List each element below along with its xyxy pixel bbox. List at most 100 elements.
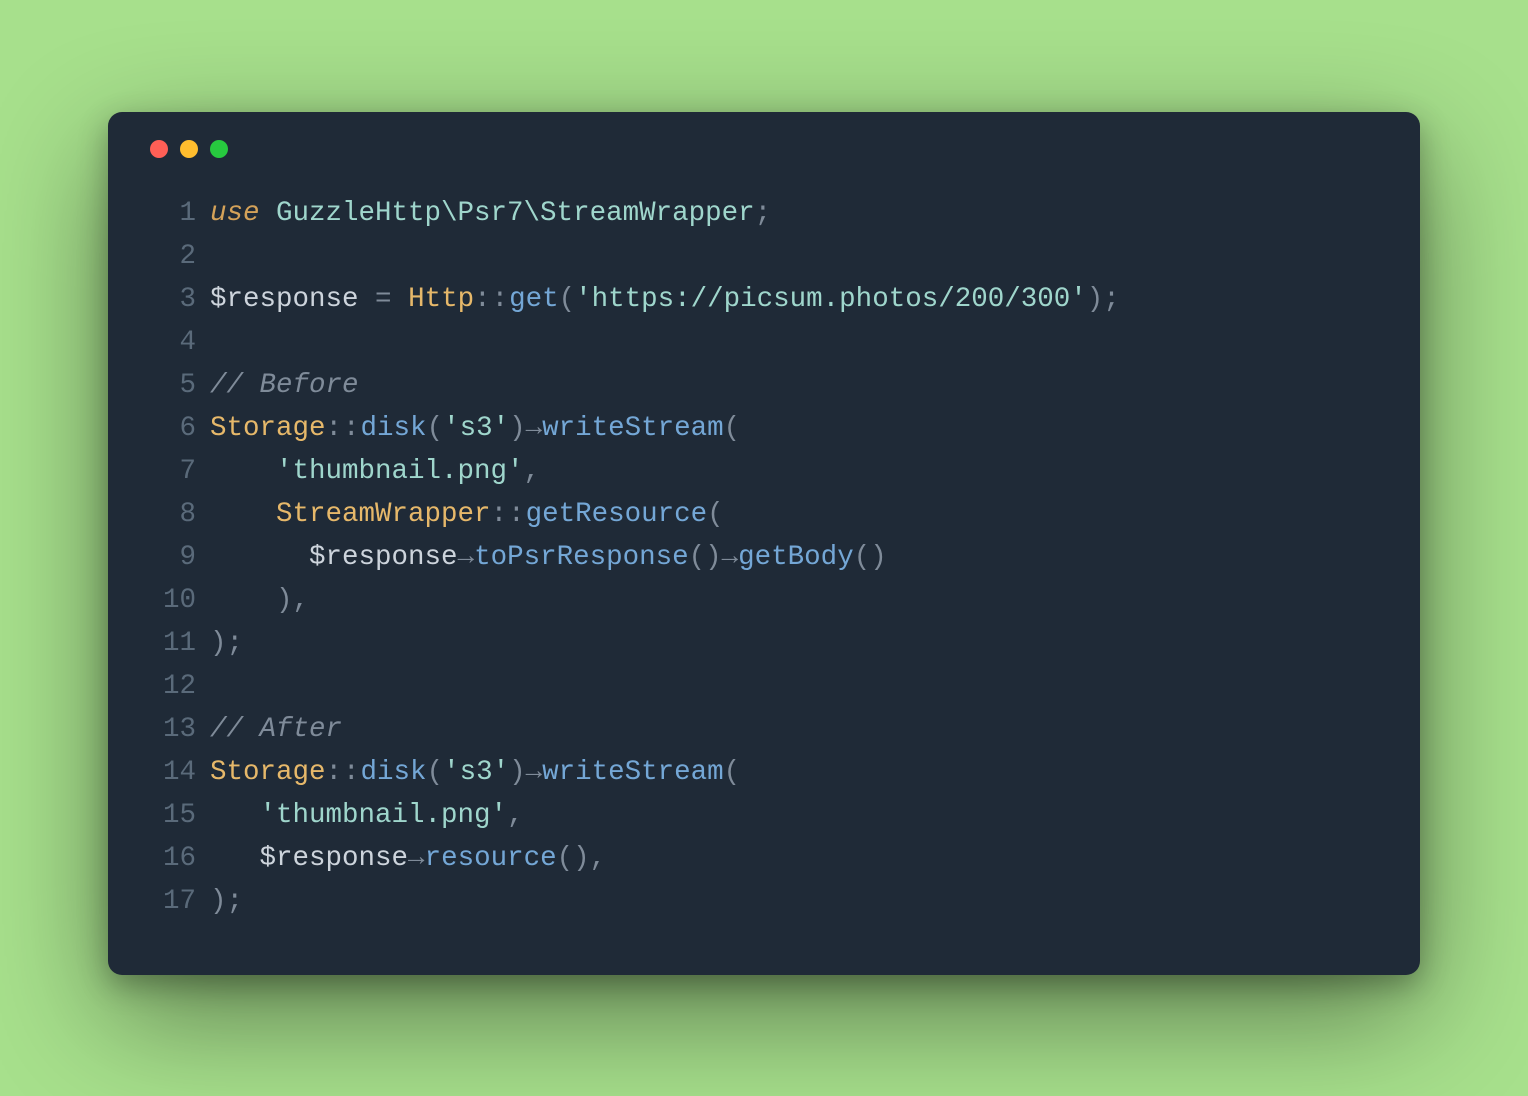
token-dbl-colon: :: bbox=[491, 499, 526, 530]
token-variable: $response bbox=[210, 284, 359, 315]
code-line: 14Storage::disk('s3')→writeStream( bbox=[148, 751, 1380, 794]
code-line: 5// Before bbox=[148, 364, 1380, 407]
token-dbl-colon: :: bbox=[474, 284, 509, 315]
token-class: Http bbox=[408, 284, 474, 315]
line-content: // Before bbox=[210, 364, 359, 407]
token-comment: // After bbox=[210, 714, 342, 745]
line-number: 1 bbox=[148, 192, 210, 235]
code-line: 13// After bbox=[148, 708, 1380, 751]
line-number: 13 bbox=[148, 708, 210, 751]
token-punct bbox=[210, 843, 260, 874]
line-number: 2 bbox=[148, 235, 210, 278]
token-punct bbox=[210, 542, 309, 573]
token-class: Storage bbox=[210, 757, 326, 788]
token-punct: ; bbox=[755, 198, 772, 229]
line-number: 6 bbox=[148, 407, 210, 450]
token-punct bbox=[210, 499, 276, 530]
token-string: 'https://picsum.photos/200/300' bbox=[575, 284, 1087, 315]
token-string: 'thumbnail.png' bbox=[260, 800, 508, 831]
token-punct: , bbox=[590, 843, 607, 874]
code-line: 15 'thumbnail.png', bbox=[148, 794, 1380, 837]
code-line: 6Storage::disk('s3')→writeStream( bbox=[148, 407, 1380, 450]
token-dbl-colon: :: bbox=[326, 413, 361, 444]
code-line: 17); bbox=[148, 880, 1380, 923]
token-punct: , bbox=[507, 800, 524, 831]
line-number: 7 bbox=[148, 450, 210, 493]
token-punct bbox=[210, 585, 276, 616]
token-punct: ( bbox=[427, 757, 444, 788]
token-punct: ) bbox=[210, 886, 227, 917]
token-method: getBody bbox=[738, 542, 854, 573]
line-number: 12 bbox=[148, 665, 210, 708]
line-number: 5 bbox=[148, 364, 210, 407]
line-content: use GuzzleHttp\Psr7\StreamWrapper; bbox=[210, 192, 771, 235]
token-punct: ( bbox=[724, 413, 741, 444]
token-class: Storage bbox=[210, 413, 326, 444]
token-keyword: use bbox=[210, 198, 276, 229]
token-namespace: GuzzleHttp\Psr7\StreamWrapper bbox=[276, 198, 755, 229]
line-content: ); bbox=[210, 880, 243, 923]
window-traffic-lights bbox=[150, 140, 1380, 158]
token-method: disk bbox=[361, 757, 427, 788]
token-method: get bbox=[509, 284, 559, 315]
token-punct: ; bbox=[227, 886, 244, 917]
token-punct bbox=[359, 284, 376, 315]
token-punct: ) bbox=[705, 542, 722, 573]
code-line: 1use GuzzleHttp\Psr7\StreamWrapper; bbox=[148, 192, 1380, 235]
line-content: Storage::disk('s3')→writeStream( bbox=[210, 751, 740, 794]
token-punct: , bbox=[293, 585, 310, 616]
token-punct: ( bbox=[854, 542, 871, 573]
line-number: 17 bbox=[148, 880, 210, 923]
code-line: 12 bbox=[148, 665, 1380, 708]
line-number: 4 bbox=[148, 321, 210, 364]
close-icon[interactable] bbox=[150, 140, 168, 158]
token-method: toPsrResponse bbox=[474, 542, 689, 573]
code-block: 1use GuzzleHttp\Psr7\StreamWrapper;2 3$r… bbox=[148, 192, 1380, 923]
token-punct: = bbox=[375, 284, 392, 315]
line-content bbox=[210, 235, 227, 278]
zoom-icon[interactable] bbox=[210, 140, 228, 158]
token-punct: ) bbox=[276, 585, 293, 616]
line-content: ); bbox=[210, 622, 243, 665]
line-content: $response→toPsrResponse()→getBody() bbox=[210, 536, 887, 579]
token-punct: ) bbox=[870, 542, 887, 573]
token-arrow: → bbox=[722, 542, 739, 573]
token-method: writeStream bbox=[542, 757, 724, 788]
line-number: 16 bbox=[148, 837, 210, 880]
code-line: 10 ), bbox=[148, 579, 1380, 622]
line-content: StreamWrapper::getResource( bbox=[210, 493, 724, 536]
token-variable: $response bbox=[260, 843, 409, 874]
minimize-icon[interactable] bbox=[180, 140, 198, 158]
token-arrow: → bbox=[408, 843, 425, 874]
token-arrow: → bbox=[526, 757, 543, 788]
token-punct: , bbox=[524, 456, 541, 487]
token-punct: ; bbox=[1103, 284, 1120, 315]
line-content: $response = Http::get('https://picsum.ph… bbox=[210, 278, 1120, 321]
code-line: 9 $response→toPsrResponse()→getBody() bbox=[148, 536, 1380, 579]
line-content bbox=[210, 665, 227, 708]
token-variable: $response bbox=[309, 542, 458, 573]
token-class: StreamWrapper bbox=[276, 499, 491, 530]
line-number: 15 bbox=[148, 794, 210, 837]
token-punct bbox=[210, 800, 260, 831]
line-content: Storage::disk('s3')→writeStream( bbox=[210, 407, 740, 450]
line-content: // After bbox=[210, 708, 342, 751]
token-method: writeStream bbox=[542, 413, 724, 444]
token-punct: ( bbox=[557, 843, 574, 874]
token-method: getResource bbox=[526, 499, 708, 530]
token-string: 's3' bbox=[443, 413, 509, 444]
token-string: 's3' bbox=[443, 757, 509, 788]
code-line: 2 bbox=[148, 235, 1380, 278]
line-number: 11 bbox=[148, 622, 210, 665]
line-content: $response→resource(), bbox=[210, 837, 606, 880]
code-line: 11); bbox=[148, 622, 1380, 665]
token-punct: ) bbox=[573, 843, 590, 874]
stage: 1use GuzzleHttp\Psr7\StreamWrapper;2 3$r… bbox=[0, 0, 1528, 1096]
token-punct: ) bbox=[509, 413, 526, 444]
token-method: disk bbox=[361, 413, 427, 444]
token-punct: ( bbox=[427, 413, 444, 444]
token-comment: // Before bbox=[210, 370, 359, 401]
token-string: 'thumbnail.png' bbox=[276, 456, 524, 487]
token-punct: ( bbox=[689, 542, 706, 573]
token-arrow: → bbox=[526, 413, 543, 444]
